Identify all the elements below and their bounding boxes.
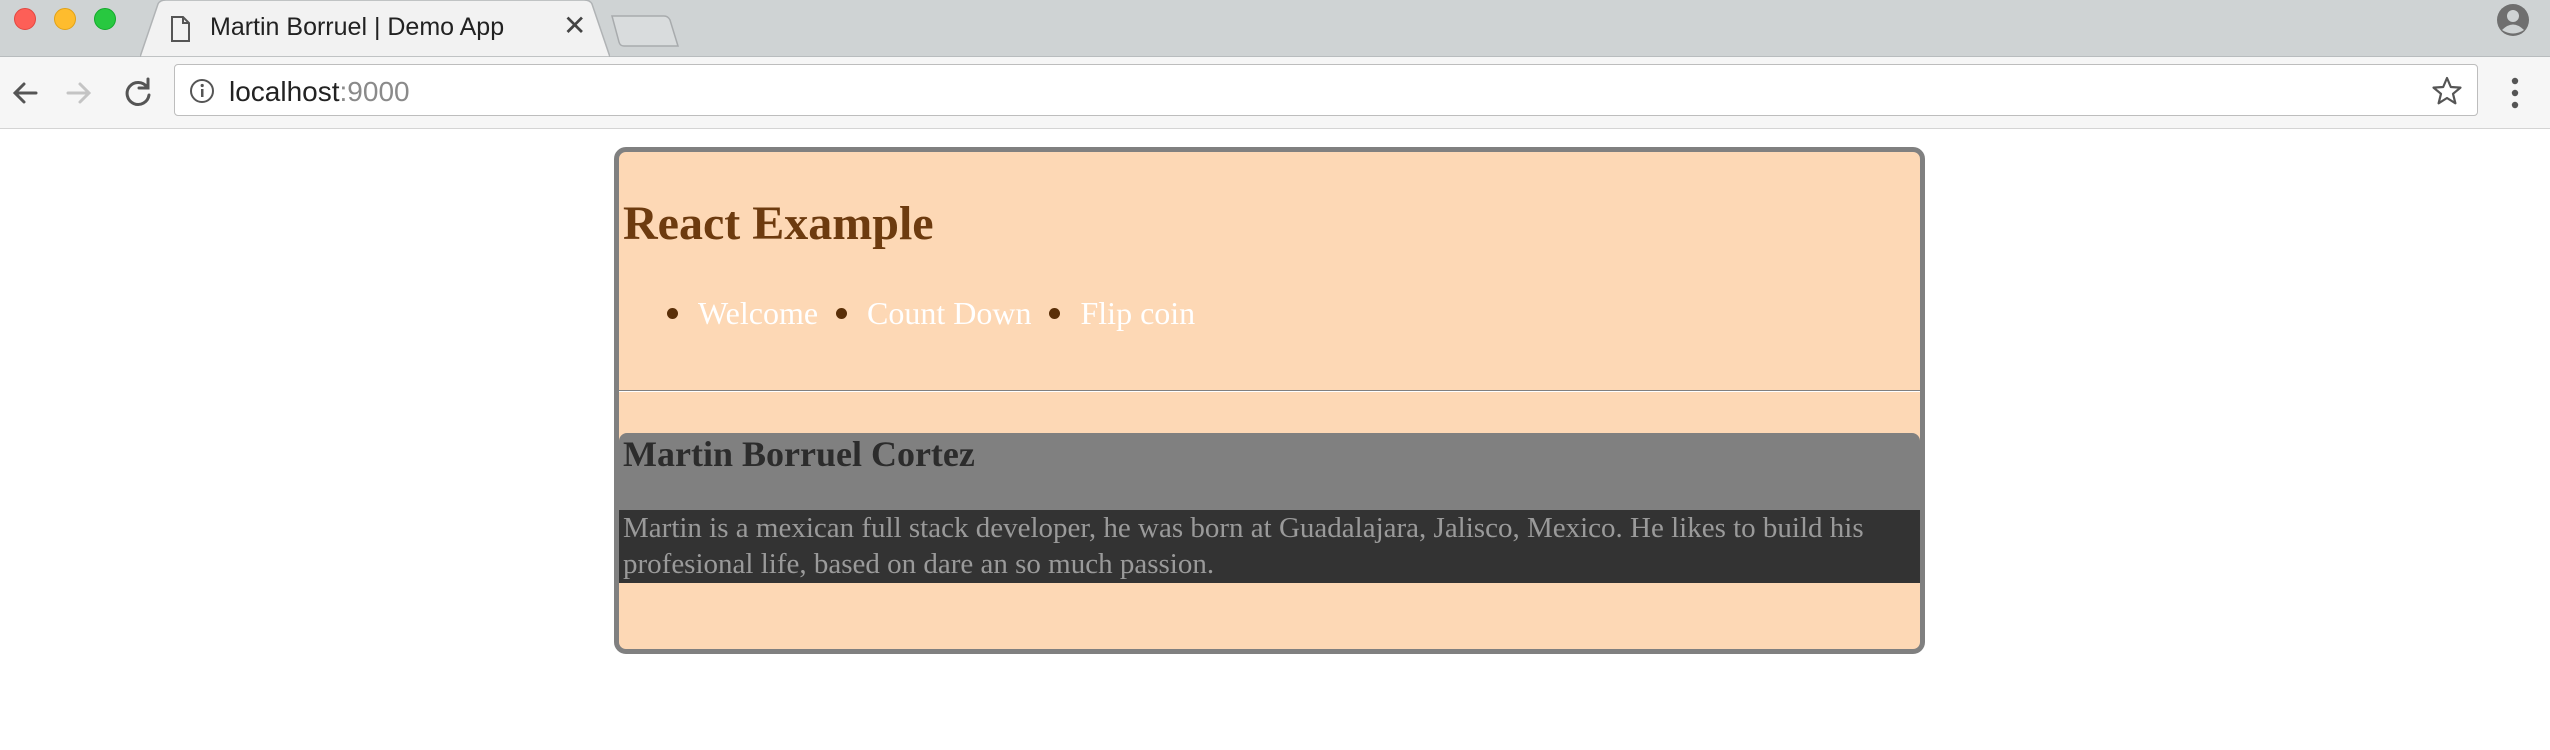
star-icon[interactable] (2431, 75, 2463, 107)
nav-item-welcome[interactable]: Welcome (667, 295, 818, 332)
document-icon (171, 16, 190, 42)
bullet-icon (1049, 308, 1061, 319)
profile-bio: Martin is a mexican full stack developer… (619, 510, 1920, 583)
tab-close-icon[interactable]: ✕ (563, 12, 586, 40)
app-card: React Example Welcome Count Down Flip co… (614, 147, 1925, 654)
bullet-icon (667, 308, 678, 319)
nav-link-welcome[interactable]: Welcome (698, 295, 818, 332)
profile-icon[interactable] (2496, 3, 2530, 37)
bullet-icon (836, 308, 848, 319)
minimize-window-button[interactable] (54, 8, 76, 30)
nav-link-flip-coin[interactable]: Flip coin (1080, 295, 1195, 332)
address-bar[interactable]: localhost:9000 (174, 64, 2478, 116)
nav-link-count-down[interactable]: Count Down (867, 295, 1031, 332)
close-window-button[interactable] (14, 8, 36, 30)
divider (619, 390, 1920, 392)
nav-item-count-down[interactable]: Count Down (836, 295, 1031, 332)
back-arrow-icon[interactable] (6, 73, 46, 113)
new-tab-button[interactable] (610, 14, 680, 48)
profile-name: Martin Borruel Cortez (623, 434, 975, 474)
url-port: :9000 (339, 76, 410, 107)
url-host: localhost (229, 76, 340, 107)
tab-title: Martin Borruel | Demo App (210, 13, 505, 41)
browser-toolbar: localhost:9000 (0, 57, 2550, 129)
kebab-menu-icon[interactable] (2500, 73, 2530, 113)
forward-arrow-icon[interactable] (58, 73, 98, 113)
tab-strip: Martin Borruel | Demo App ✕ (0, 0, 2550, 57)
reload-icon[interactable] (118, 73, 158, 113)
nav-list: Welcome Count Down Flip coin (667, 295, 1213, 332)
profile-card: Martin Borruel Cortez Martin is a mexica… (619, 433, 1920, 583)
url-text[interactable]: localhost:9000 (229, 76, 410, 108)
maximize-window-button[interactable] (94, 8, 116, 30)
page-title: React Example (623, 197, 934, 250)
nav-item-flip-coin[interactable]: Flip coin (1049, 295, 1195, 332)
info-icon[interactable] (189, 78, 215, 104)
